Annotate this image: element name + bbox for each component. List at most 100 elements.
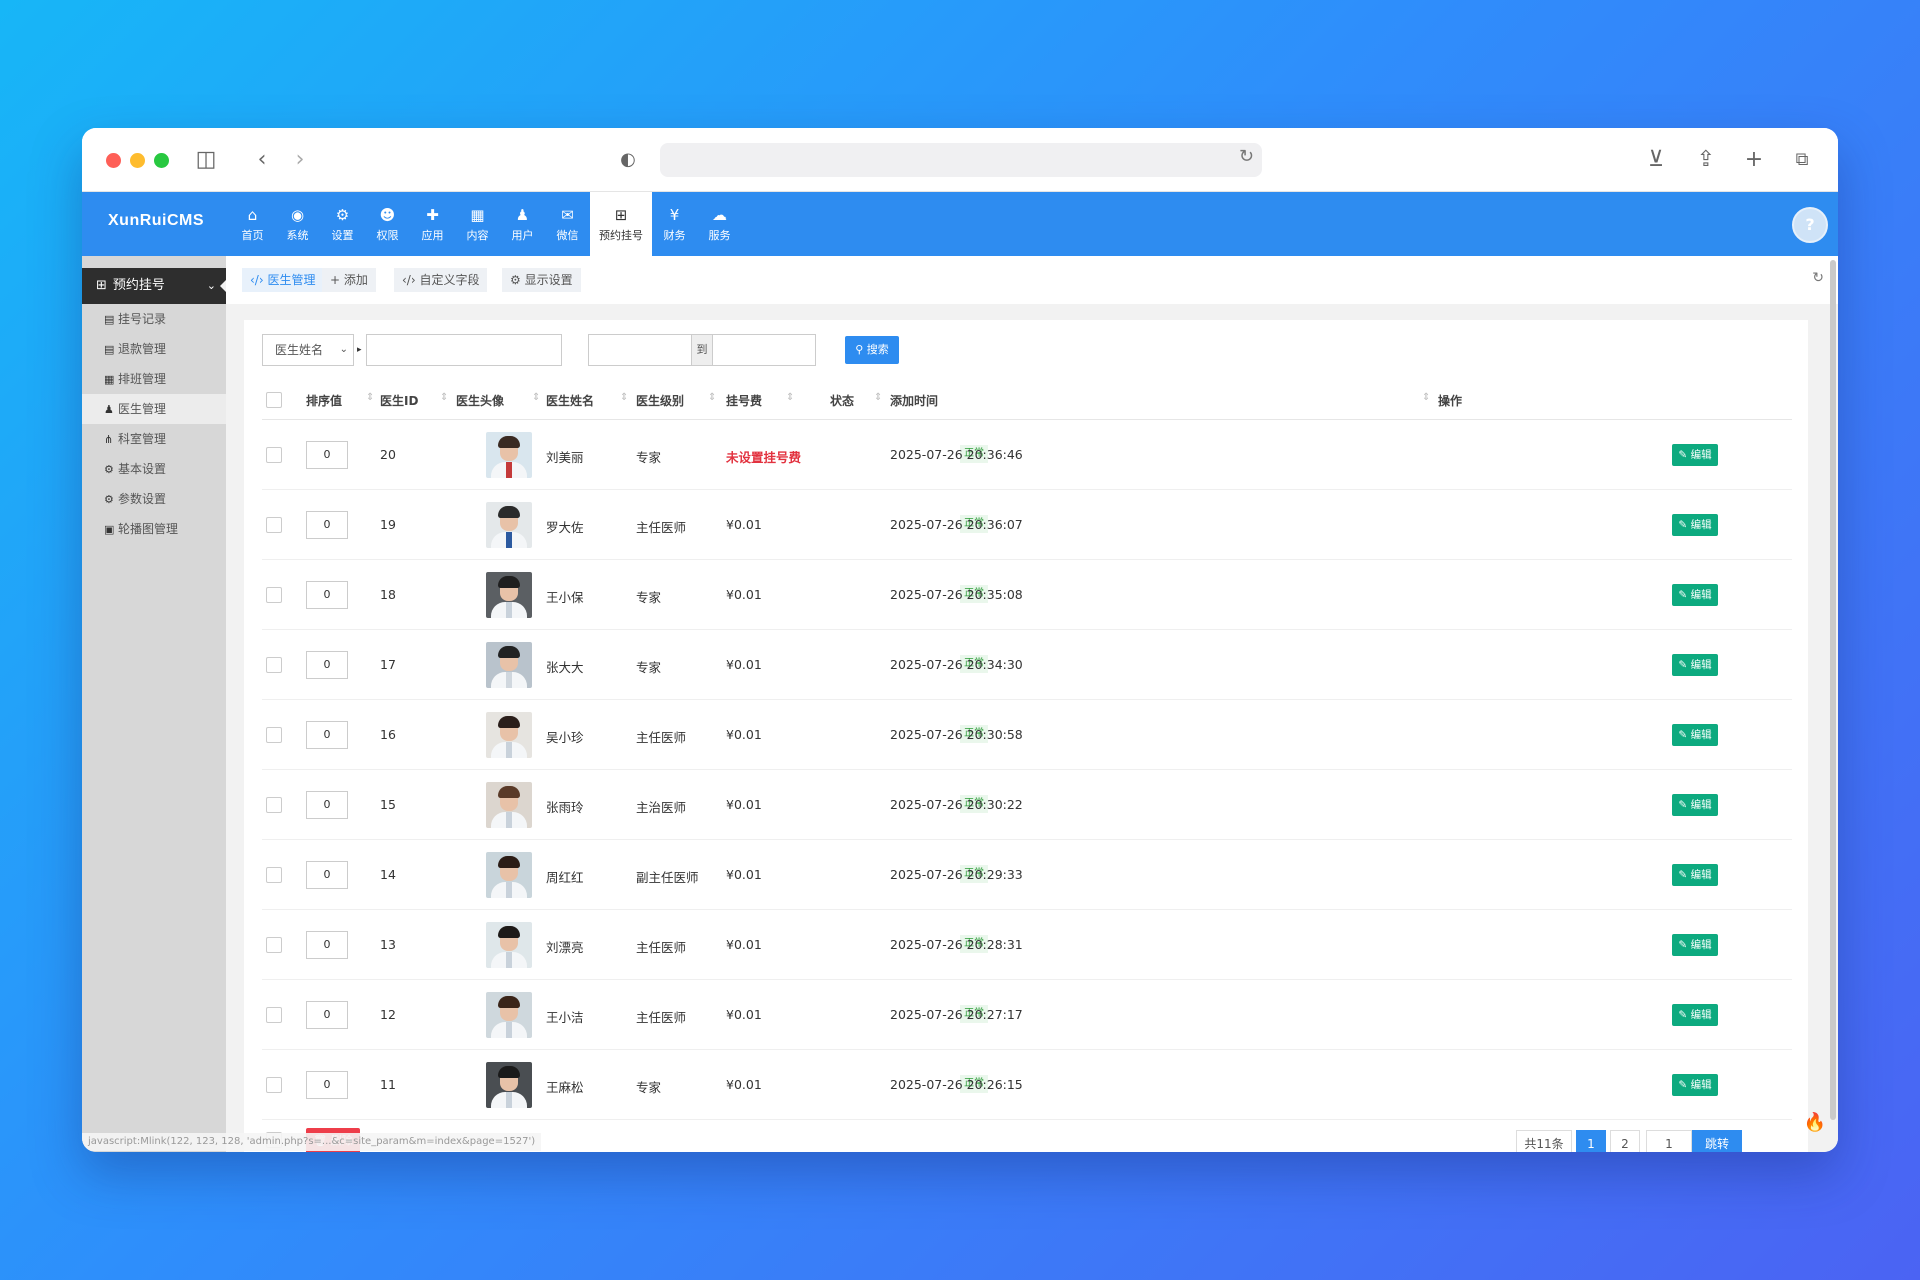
sidebar-item-4[interactable]: ⋔ 科室管理 — [82, 424, 226, 454]
sort-icon[interactable]: ⇕ — [620, 392, 628, 403]
topnav-item-9[interactable]: ¥ 财务 — [652, 192, 697, 256]
fire-icon[interactable]: 🔥 — [1804, 1112, 1826, 1133]
search-field-select[interactable]: 医生姓名 ⌄ — [262, 334, 354, 366]
back-icon[interactable]: ‹ — [248, 146, 276, 174]
topnav-item-2[interactable]: ⚙ 设置 — [320, 192, 365, 256]
new-tab-icon[interactable]: + — [1740, 146, 1768, 174]
sidebar-item-6[interactable]: ⚙ 参数设置 — [82, 484, 226, 514]
doctor-avatar[interactable] — [486, 642, 532, 688]
sort-value-input[interactable]: 0 — [306, 931, 348, 959]
tab-doctor-management[interactable]: ‹/› 医生管理 — [242, 268, 324, 292]
sort-value-input[interactable]: 0 — [306, 651, 348, 679]
sort-icon[interactable]: ⇕ — [532, 392, 540, 403]
header-time[interactable]: 添加时间 — [890, 392, 938, 409]
sort-value-input[interactable]: 0 — [306, 1001, 348, 1029]
edit-button[interactable]: ✎ 编辑 — [1672, 934, 1718, 956]
topnav-item-10[interactable]: ☁ 服务 — [697, 192, 742, 256]
doctor-avatar[interactable] — [486, 922, 532, 968]
topnav-item-3[interactable]: ☻ 权限 — [365, 192, 410, 256]
page-jump-input[interactable]: 1 — [1646, 1130, 1692, 1152]
edit-button[interactable]: ✎ 编辑 — [1672, 864, 1718, 886]
sort-value-input[interactable]: 0 — [306, 1071, 348, 1099]
header-name[interactable]: 医生姓名 — [546, 392, 594, 409]
doctor-avatar[interactable] — [486, 572, 532, 618]
header-level[interactable]: 医生级别 — [636, 392, 684, 409]
search-button[interactable]: ⚲ 搜索 — [845, 336, 899, 364]
row-checkbox[interactable] — [266, 867, 282, 883]
sort-value-input[interactable]: 0 — [306, 511, 348, 539]
topnav-item-7[interactable]: ✉ 微信 — [545, 192, 590, 256]
doctor-avatar[interactable] — [486, 432, 532, 478]
row-checkbox[interactable] — [266, 1077, 282, 1093]
sort-icon[interactable]: ⇕ — [440, 392, 448, 403]
custom-fields-button[interactable]: ‹/› 自定义字段 — [394, 268, 488, 292]
topnav-item-0[interactable]: ⌂ 首页 — [230, 192, 275, 256]
edit-button[interactable]: ✎ 编辑 — [1672, 794, 1718, 816]
display-settings-button[interactable]: ⚙ 显示设置 — [502, 268, 581, 292]
sort-icon[interactable]: ⇕ — [874, 392, 882, 403]
header-status[interactable]: 状态 — [830, 392, 854, 409]
scrollbar[interactable] — [1830, 260, 1836, 1120]
sort-icon[interactable]: ⇕ — [366, 392, 374, 403]
row-checkbox[interactable] — [266, 587, 282, 603]
minimize-window-button[interactable] — [130, 153, 145, 168]
row-checkbox[interactable] — [266, 517, 282, 533]
maximize-window-button[interactable] — [154, 153, 169, 168]
select-all-checkbox[interactable] — [266, 392, 282, 408]
doctor-avatar[interactable] — [486, 1062, 532, 1108]
page-1[interactable]: 1 — [1576, 1130, 1606, 1152]
row-checkbox[interactable] — [266, 727, 282, 743]
topnav-item-6[interactable]: ♟ 用户 — [500, 192, 545, 256]
sort-value-input[interactable]: 0 — [306, 861, 348, 889]
add-button[interactable]: + 添加 — [322, 268, 376, 292]
sidebar-toggle-icon[interactable]: ◫ — [192, 146, 220, 174]
doctor-avatar[interactable] — [486, 852, 532, 898]
topnav-item-5[interactable]: ▦ 内容 — [455, 192, 500, 256]
date-from-input[interactable] — [588, 334, 692, 366]
date-to-input[interactable] — [712, 334, 816, 366]
row-checkbox[interactable] — [266, 657, 282, 673]
sidebar-item-1[interactable]: ▤ 退款管理 — [82, 334, 226, 364]
sort-icon[interactable]: ⇕ — [708, 392, 716, 403]
sort-icon[interactable]: ⇕ — [786, 392, 794, 403]
share-icon[interactable]: ⇪ — [1692, 146, 1720, 174]
row-checkbox[interactable] — [266, 447, 282, 463]
sort-value-input[interactable]: 0 — [306, 721, 348, 749]
sidebar-item-5[interactable]: ⚙ 基本设置 — [82, 454, 226, 484]
tabs-overview-icon[interactable]: ⧉ — [1788, 146, 1816, 174]
download-icon[interactable]: ⊻ — [1642, 146, 1670, 174]
edit-button[interactable]: ✎ 编辑 — [1672, 1074, 1718, 1096]
header-sort[interactable]: 排序值 — [306, 392, 342, 409]
topnav-item-4[interactable]: ✚ 应用 — [410, 192, 455, 256]
edit-button[interactable]: ✎ 编辑 — [1672, 444, 1718, 466]
header-id[interactable]: 医生ID — [380, 392, 418, 409]
sort-value-input[interactable]: 0 — [306, 791, 348, 819]
doctor-avatar[interactable] — [486, 712, 532, 758]
row-checkbox[interactable] — [266, 797, 282, 813]
reload-icon[interactable]: ↻ — [1239, 146, 1254, 167]
sidebar-group-header[interactable]: ⊞ 预约挂号 ⌄ — [82, 268, 227, 304]
address-bar[interactable]: ↻ — [660, 143, 1262, 177]
sidebar-item-3[interactable]: ♟ 医生管理 — [82, 394, 226, 424]
sidebar-item-2[interactable]: ▦ 排班管理 — [82, 364, 226, 394]
doctor-avatar[interactable] — [486, 782, 532, 828]
doctor-avatar[interactable] — [486, 992, 532, 1038]
sidebar-item-7[interactable]: ▣ 轮播图管理 — [82, 514, 226, 544]
refresh-icon[interactable]: ↻ — [1812, 270, 1824, 286]
edit-button[interactable]: ✎ 编辑 — [1672, 1004, 1718, 1026]
sidebar-item-0[interactable]: ▤ 挂号记录 — [82, 304, 226, 334]
header-fee[interactable]: 挂号费 — [726, 392, 762, 409]
shield-icon[interactable]: ◐ — [614, 146, 642, 174]
topnav-item-1[interactable]: ◉ 系统 — [275, 192, 320, 256]
keyword-input[interactable] — [366, 334, 562, 366]
page-2[interactable]: 2 — [1610, 1130, 1640, 1152]
edit-button[interactable]: ✎ 编辑 — [1672, 514, 1718, 536]
doctor-avatar[interactable] — [486, 502, 532, 548]
edit-button[interactable]: ✎ 编辑 — [1672, 584, 1718, 606]
forward-icon[interactable]: › — [286, 146, 314, 174]
row-checkbox[interactable] — [266, 937, 282, 953]
edit-button[interactable]: ✎ 编辑 — [1672, 654, 1718, 676]
row-checkbox[interactable] — [266, 1007, 282, 1023]
sort-icon[interactable]: ⇕ — [1422, 392, 1430, 403]
edit-button[interactable]: ✎ 编辑 — [1672, 724, 1718, 746]
